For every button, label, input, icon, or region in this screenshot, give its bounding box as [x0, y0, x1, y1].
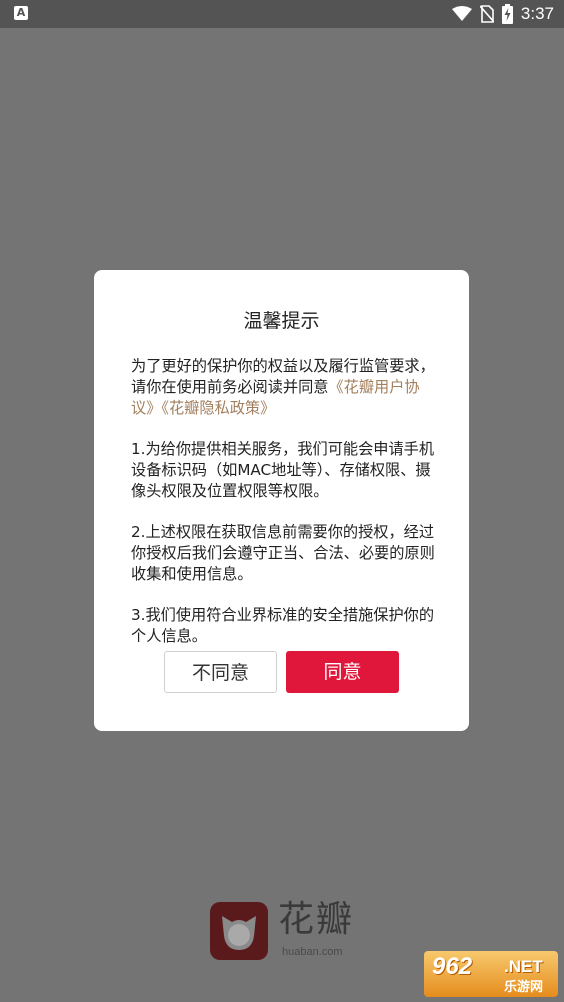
- dialog-title: 温馨提示: [243, 310, 320, 332]
- privacy-policy-link[interactable]: 《花瓣隐私政策》: [161, 399, 275, 417]
- watermark-number: 962: [432, 953, 473, 980]
- permission-point-2: 2.上述权限在获取信息前需要你的授权，经过你授权后我们会遵守正当、合法、必要的原…: [131, 523, 435, 583]
- dialog-body: 为了更好的保护你的权益以及履行监管要求，请你在使用前务必阅读并同意《花瓣用户协议…: [131, 356, 436, 667]
- agree-button[interactable]: 同意: [286, 651, 399, 693]
- intro-paragraph: 为了更好的保护你的权益以及履行监管要求，请你在使用前务必阅读并同意《花瓣用户协议…: [131, 356, 436, 419]
- privacy-dialog: 温馨提示 为了更好的保护你的权益以及履行监管要求，请你在使用前务必阅读并同意《花…: [94, 270, 469, 731]
- brand-domain: huaban.com: [282, 946, 343, 958]
- permission-point-3: 3.我们使用符合业界标准的安全措施保护你的个人信息。: [131, 606, 435, 645]
- huaban-logo-icon: [210, 902, 268, 960]
- clock: 3:37: [520, 4, 554, 23]
- notification-icon: A: [14, 6, 28, 20]
- watermark-cn: 乐游网: [504, 980, 544, 995]
- battery-charging-icon: [501, 4, 513, 24]
- status-bar: A 3:37: [0, 0, 564, 28]
- no-sim-icon: [479, 5, 494, 23]
- watermark-badge: 962 .NET 乐游网: [424, 951, 558, 997]
- wifi-icon: [451, 6, 472, 21]
- brand-name: 花瓣: [278, 899, 355, 940]
- status-icons: 3:37: [451, 2, 554, 26]
- permission-point-1: 1.为给你提供相关服务，我们可能会申请手机设备标识码（如MAC地址等）、存储权限…: [131, 440, 435, 500]
- watermark-net: .NET: [504, 957, 543, 976]
- disagree-button[interactable]: 不同意: [164, 651, 277, 693]
